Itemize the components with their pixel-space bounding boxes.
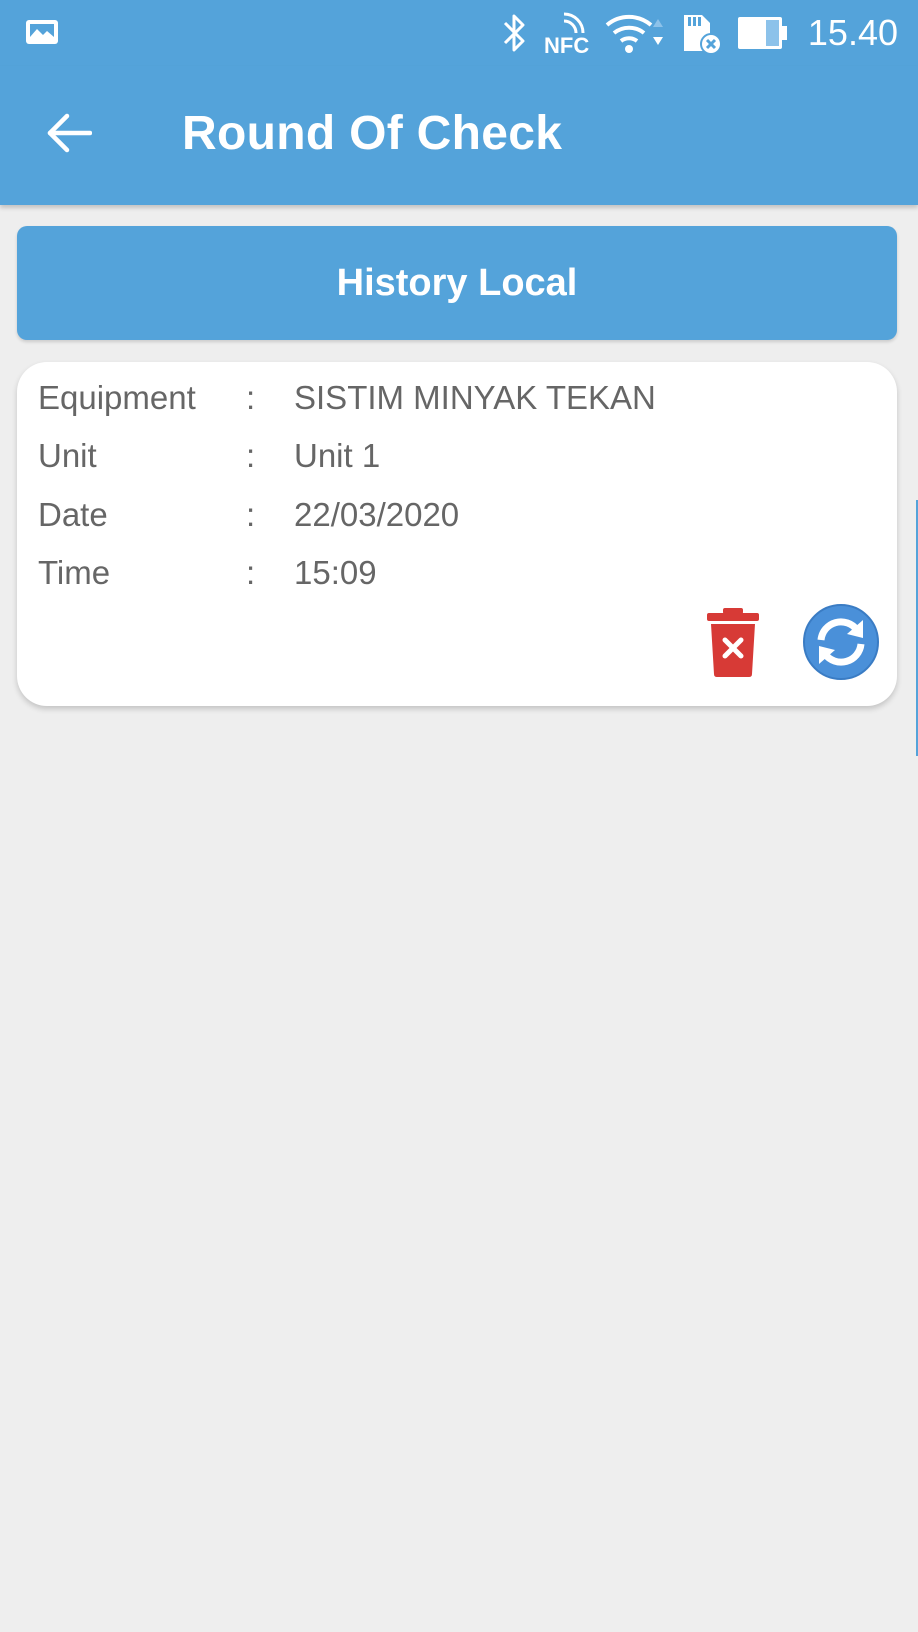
date-separator: : — [246, 496, 256, 533]
app-bar: Round Of Check — [0, 66, 918, 205]
record-card: Equipment : SISTIM MINYAK TEKAN Unit : U… — [17, 362, 897, 706]
arrow-left-icon — [46, 113, 93, 158]
wifi-icon — [604, 11, 666, 55]
page-title: Round Of Check — [182, 107, 563, 160]
delete-icon — [703, 608, 763, 682]
bluetooth-icon — [502, 11, 528, 55]
time-label: Time — [38, 554, 111, 591]
status-clock: 15.40 — [807, 12, 898, 53]
status-bar: NFC 15.40 — [0, 0, 918, 66]
status-icons: NFC 15.40 — [502, 6, 898, 60]
nfc-icon: NFC — [542, 11, 590, 55]
unit-label: Unit — [38, 437, 97, 474]
unit-value: Unit 1 — [294, 437, 381, 474]
unit-separator: : — [246, 437, 256, 474]
time-separator: : — [246, 554, 256, 591]
battery-icon — [736, 13, 788, 53]
date-value: 22/03/2020 — [294, 496, 460, 533]
time-value: 15:09 — [294, 554, 377, 591]
date-label: Date — [38, 496, 108, 533]
back-button[interactable] — [38, 104, 100, 166]
equipment-separator: : — [246, 379, 256, 416]
screen: NFC 15.40 Round Of Check History Local E… — [0, 0, 918, 1632]
svg-text:NFC: NFC — [544, 33, 589, 55]
delete-button[interactable] — [703, 606, 763, 678]
equipment-value: SISTIM MINYAK TEKAN — [294, 379, 656, 416]
gallery-icon — [24, 14, 60, 50]
sd-card-icon — [680, 11, 722, 55]
sync-button[interactable] — [803, 604, 879, 680]
history-local-label: History Local — [336, 261, 578, 304]
equipment-label: Equipment — [38, 379, 196, 416]
history-local-button[interactable]: History Local — [17, 226, 897, 340]
sync-icon — [803, 604, 879, 684]
